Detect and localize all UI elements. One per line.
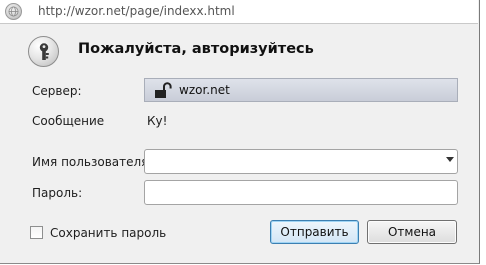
globe-icon (5, 3, 22, 20)
auth-dialog: http://wzor.net/page/indexx.html Пожалуй… (0, 0, 480, 264)
keyhole-lock-icon (28, 36, 59, 67)
open-padlock-icon (155, 82, 172, 98)
url-bar: http://wzor.net/page/indexx.html (0, 0, 478, 24)
cancel-button[interactable]: Отмена (367, 220, 457, 244)
username-input[interactable] (144, 149, 458, 174)
server-value: wzor.net (179, 83, 230, 97)
chevron-down-icon[interactable] (446, 157, 454, 162)
submit-button[interactable]: Отправить (270, 220, 359, 244)
password-input[interactable] (144, 180, 458, 205)
username-label: Имя пользователя: (32, 155, 153, 169)
message-value: Ку! (147, 114, 168, 128)
message-label: Сообщение (32, 114, 105, 128)
remember-password-label[interactable]: Сохранить пароль (50, 226, 166, 240)
remember-password-checkbox[interactable] (30, 226, 43, 239)
server-label: Сервер: (32, 84, 82, 98)
dialog-title: Пожалуйста, авторизуйтесь (78, 41, 314, 57)
password-label: Пароль: (32, 186, 83, 200)
url-text: http://wzor.net/page/indexx.html (38, 4, 235, 18)
server-field: wzor.net (144, 78, 458, 102)
